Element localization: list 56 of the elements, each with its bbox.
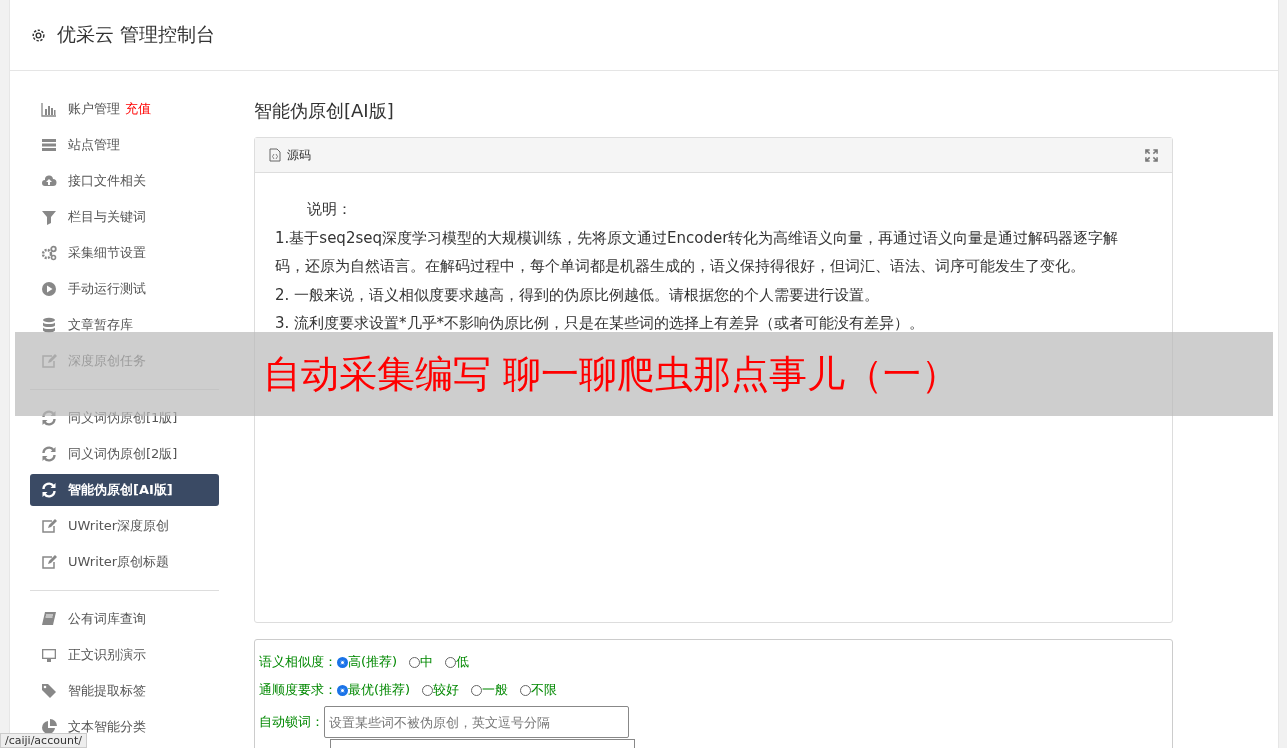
option-label: 自动锁词： — [259, 713, 324, 731]
file-code-icon — [269, 148, 281, 162]
text-editor[interactable] — [254, 137, 1173, 623]
tag-icon — [41, 683, 57, 699]
url-tooltip: /caiji/account/ — [0, 733, 87, 748]
settings-icon — [30, 26, 47, 44]
monitor-icon — [41, 647, 57, 663]
play-icon — [41, 281, 57, 297]
radio-option[interactable]: 较好 — [422, 681, 460, 699]
gears-icon — [41, 245, 57, 261]
refresh-icon — [41, 446, 57, 462]
editor-paragraph: 2. 一般来说，语义相似度要求越高，得到的伪原比例越低。请根据您的个人需要进行设置。 — [275, 284, 881, 306]
sidebar-item[interactable]: 文章暂存库 — [30, 309, 219, 341]
banner-title: 自动采集编写 聊一聊爬虫那点事儿（一） — [263, 350, 960, 398]
sidebar-item[interactable]: 接口文件相关 — [30, 165, 219, 197]
radio-option[interactable]: 高(推荐) — [337, 653, 398, 671]
refresh-icon — [41, 482, 57, 498]
editor-paragraph: 1.基于seq2seq深度学习模型的大规模训练，先将原文通过Encoder转化为高维语义向量，再通过语义向量是通过解码器逐字解码，还原为自然语言。在解码过程中，每个单词都是机器生成的，语义保持得很好，但词汇、语法、词序可能发生了变化。 — [275, 227, 1120, 277]
edit-icon — [41, 518, 57, 534]
bar-chart-icon — [41, 101, 57, 117]
sidebar-item[interactable]: 同义词伪原创[2版] — [30, 438, 219, 470]
sidebar-item[interactable]: 账户管理 充值 — [30, 93, 219, 125]
sidebar-item[interactable]: UWriter原创标题 — [30, 546, 219, 578]
cloud-upload-icon — [41, 173, 57, 189]
sidebar-item[interactable]: 站点管理 — [30, 129, 219, 161]
radio-option[interactable]: 最优(推荐) — [337, 681, 411, 699]
sidebar-item[interactable]: 智能提取标签 — [30, 675, 219, 707]
lock-words-field[interactable]: 设置某些词不被伪原创，英文逗号分隔 — [324, 706, 629, 738]
sidebar-item[interactable]: 智能伪原创[AI版] — [30, 474, 219, 506]
page-title: 智能伪原创[AI版] — [254, 99, 395, 123]
radio-option[interactable]: 不限 — [520, 681, 558, 699]
radio-option[interactable]: 一般 — [471, 681, 509, 699]
editor-paragraph: 说明： — [306, 199, 353, 220]
sidebar-item[interactable]: 手动运行测试 — [30, 273, 219, 305]
filter-icon — [41, 209, 57, 225]
server-icon — [41, 137, 57, 153]
sidebar-item[interactable]: 栏目与关键词 — [30, 201, 219, 233]
radio-option[interactable]: 中 — [409, 653, 434, 671]
pie-chart-icon — [41, 719, 57, 735]
database-icon — [41, 317, 57, 333]
sidebar-item[interactable]: UWriter深度原创 — [30, 510, 219, 542]
sidebar-item[interactable]: 公有词库查询 — [30, 603, 219, 635]
fullscreen-icon[interactable] — [1145, 148, 1158, 162]
recharge-link[interactable]: 充值 — [125, 100, 151, 118]
editor-paragraph: 3. 流利度要求设置*几乎*不影响伪原比例，只是在某些词的选择上有差异（或者可能没有差异）。 — [275, 313, 926, 334]
console-title: 优采云 管理控制台 — [57, 22, 216, 47]
radio-option[interactable]: 低 — [445, 653, 470, 671]
book-icon — [41, 611, 57, 627]
radio-button[interactable] — [337, 656, 348, 668]
sidebar-item[interactable]: 采集细节设置 — [30, 237, 219, 269]
option-label: 通顺度要求： — [259, 681, 337, 699]
sidebar-item[interactable]: 正文识别演示 — [30, 639, 219, 671]
radio-button[interactable] — [337, 684, 348, 696]
source-button[interactable]: 源码 — [269, 146, 311, 164]
edit-icon — [41, 554, 57, 570]
option-label: 语义相似度： — [259, 653, 337, 671]
